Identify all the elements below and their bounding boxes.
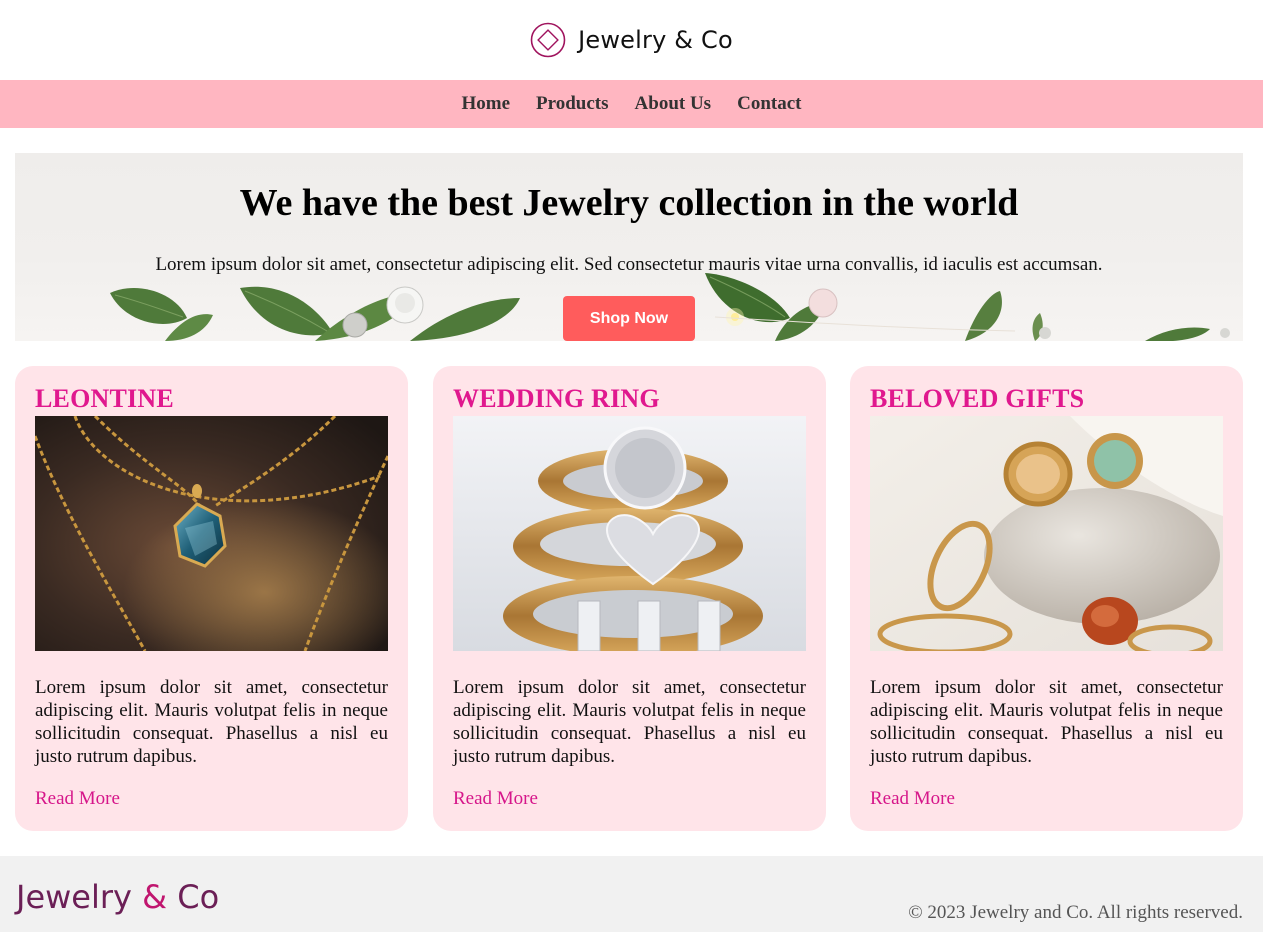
product-card-leontine: LEONTINE Lorem ipsum dolor sit amet, con… bbox=[15, 366, 408, 831]
nav-home[interactable]: Home bbox=[462, 93, 511, 115]
read-more-link[interactable]: Read More bbox=[453, 788, 538, 810]
card-description: Lorem ipsum dolor sit amet, consectetur … bbox=[35, 677, 388, 767]
card-description: Lorem ipsum dolor sit amet, consectetur … bbox=[453, 677, 806, 767]
product-card-beloved-gifts: BELOVED GIFTS Lorem ipsum dolor sit amet… bbox=[850, 366, 1243, 831]
card-description: Lorem ipsum dolor sit amet, consectetur … bbox=[870, 677, 1223, 767]
nav-contact[interactable]: Contact bbox=[737, 93, 801, 115]
brand-name: Jewelry & Co bbox=[578, 26, 733, 54]
shop-now-button[interactable]: Shop Now bbox=[563, 296, 695, 341]
site-footer: Jewelry & Co © 2023 Jewelry and Co. All … bbox=[0, 856, 1263, 932]
hero-subtitle: Lorem ipsum dolor sit amet, consectetur … bbox=[155, 254, 1103, 275]
footer-logo-jewelry: Jewelry bbox=[16, 878, 143, 916]
diamond-logo-icon bbox=[530, 22, 566, 58]
copyright-text: © 2023 Jewelry and Co. All rights reserv… bbox=[908, 902, 1243, 923]
footer-logo[interactable]: Jewelry & Co bbox=[16, 878, 219, 916]
footer-logo-amp: & bbox=[142, 878, 168, 916]
read-more-link[interactable]: Read More bbox=[870, 788, 955, 810]
nav-about-us[interactable]: About Us bbox=[635, 93, 712, 115]
necklace-photo[interactable] bbox=[35, 416, 388, 651]
read-more-link[interactable]: Read More bbox=[35, 788, 120, 810]
card-title: LEONTINE bbox=[35, 384, 174, 413]
nav-products[interactable]: Products bbox=[536, 93, 608, 115]
site-header: Jewelry & Co bbox=[0, 0, 1263, 80]
main-nav: Home Products About Us Contact bbox=[0, 80, 1263, 128]
rings-on-stone-photo[interactable] bbox=[870, 416, 1223, 651]
footer-logo-co: Co bbox=[167, 878, 220, 916]
product-card-wedding-ring: WEDDING RING Lorem ipsum dolor sit amet,… bbox=[433, 366, 826, 831]
wedding-rings-photo[interactable] bbox=[453, 416, 806, 651]
card-title: WEDDING RING bbox=[453, 384, 660, 413]
hero-title: We have the best Jewelry collection in t… bbox=[239, 182, 1019, 224]
product-cards: LEONTINE Lorem ipsum dolor sit amet, con… bbox=[15, 366, 1243, 831]
card-title: BELOVED GIFTS bbox=[870, 384, 1085, 413]
hero-banner: We have the best Jewelry collection in t… bbox=[15, 153, 1243, 341]
